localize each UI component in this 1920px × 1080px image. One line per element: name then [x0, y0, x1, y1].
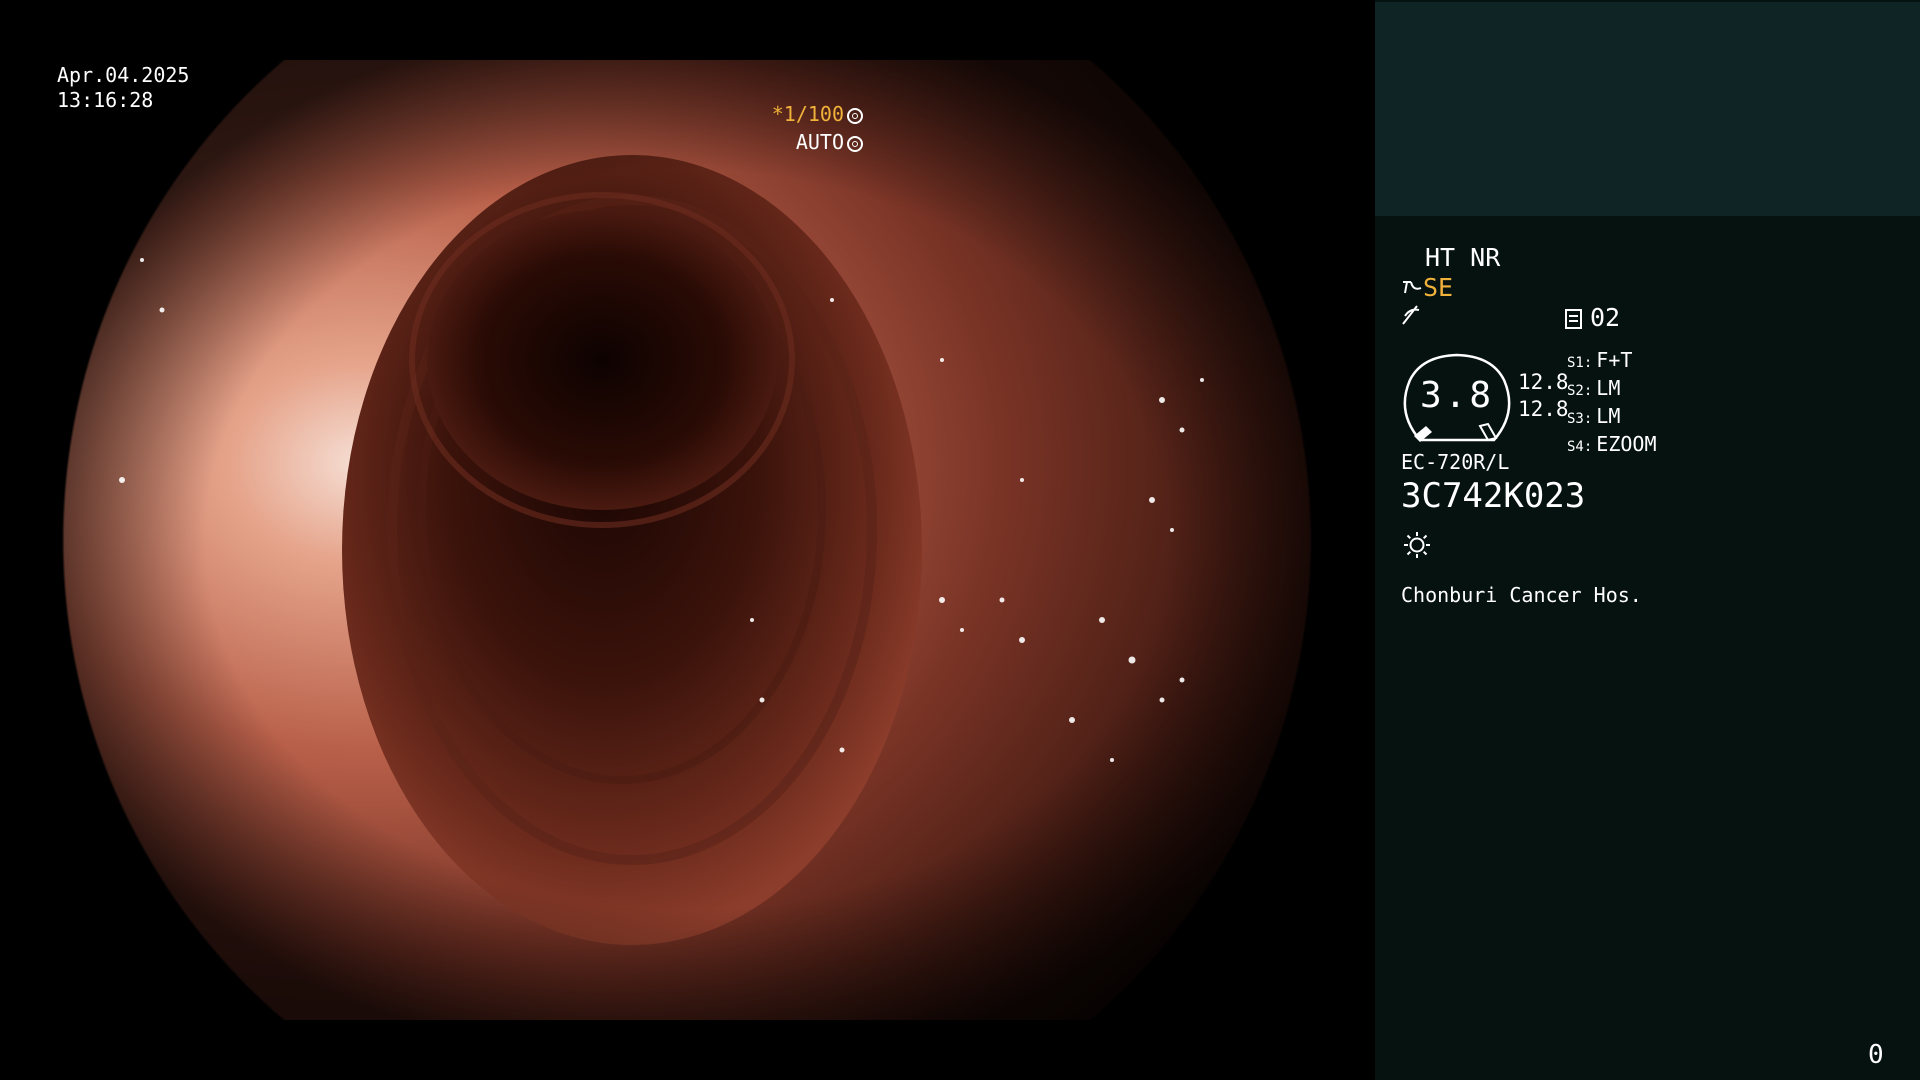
pressure-value-2: 12.8	[1518, 397, 1569, 421]
zoom-value: 3.8	[1419, 375, 1495, 416]
switch-key: S2:	[1567, 383, 1593, 399]
switch-value: EZOOM	[1596, 432, 1657, 456]
preset-memory-icon	[1565, 309, 1582, 329]
switch-row: S4: EZOOM	[1567, 432, 1657, 460]
switch-key: S3:	[1567, 411, 1593, 427]
frame-counter: 0	[1868, 1040, 1884, 1070]
switch-row: S3: LM	[1567, 404, 1657, 432]
exposure-mode-row: AUTO	[772, 128, 863, 156]
time-text: 13:16:28	[57, 88, 154, 112]
structure-enhancement-row: SE	[1401, 274, 1453, 302]
switch-row: S2: LM	[1567, 376, 1657, 404]
switch-key: S1:	[1567, 355, 1593, 371]
preset-number: 02	[1590, 303, 1621, 332]
structure-enhance-icon	[1403, 281, 1422, 294]
colon-lumen-image	[62, 60, 1312, 1020]
endoscope-video-area: Apr.04.2025 13:16:28 *1/100 AUTO	[0, 0, 1375, 1080]
shutter-speed-row: *1/100	[772, 100, 863, 128]
switch-assignment-list: S1: F+T S2: LM S3: LM S4: EZOOM	[1567, 348, 1657, 460]
switch-row: S1: F+T	[1567, 348, 1657, 376]
shutter-speed-text: *1/100	[771, 102, 844, 126]
date-time-display: Apr.04.2025 13:16:28	[57, 63, 189, 113]
switch-key: S4:	[1567, 439, 1593, 455]
enhancement-mode: HT NR	[1425, 243, 1501, 272]
preset-memory-row: 02	[1565, 304, 1620, 332]
panel-header-area	[1375, 2, 1920, 216]
exposure-mode-text: AUTO	[795, 130, 844, 154]
info-panel: HT NR SE 02	[1375, 0, 1920, 1080]
aperture-icon	[847, 108, 863, 124]
color-mode-row	[1401, 304, 1423, 332]
pressure-value-1: 12.8	[1518, 370, 1569, 394]
switch-value: LM	[1596, 404, 1621, 428]
pressure-values: 12.8 12.8	[1518, 369, 1569, 423]
color-mode-icon	[1402, 305, 1420, 325]
switch-value: F+T	[1596, 348, 1633, 372]
switch-value: LM	[1596, 376, 1621, 400]
light-source-icon	[1404, 532, 1430, 558]
iris-icon	[847, 136, 863, 152]
date-text: Apr.04.2025	[57, 63, 190, 87]
endoscopic-image	[62, 60, 1312, 1020]
structure-enhancement-text: SE	[1423, 273, 1454, 302]
shutter-exposure-display: *1/100 AUTO	[772, 100, 863, 156]
